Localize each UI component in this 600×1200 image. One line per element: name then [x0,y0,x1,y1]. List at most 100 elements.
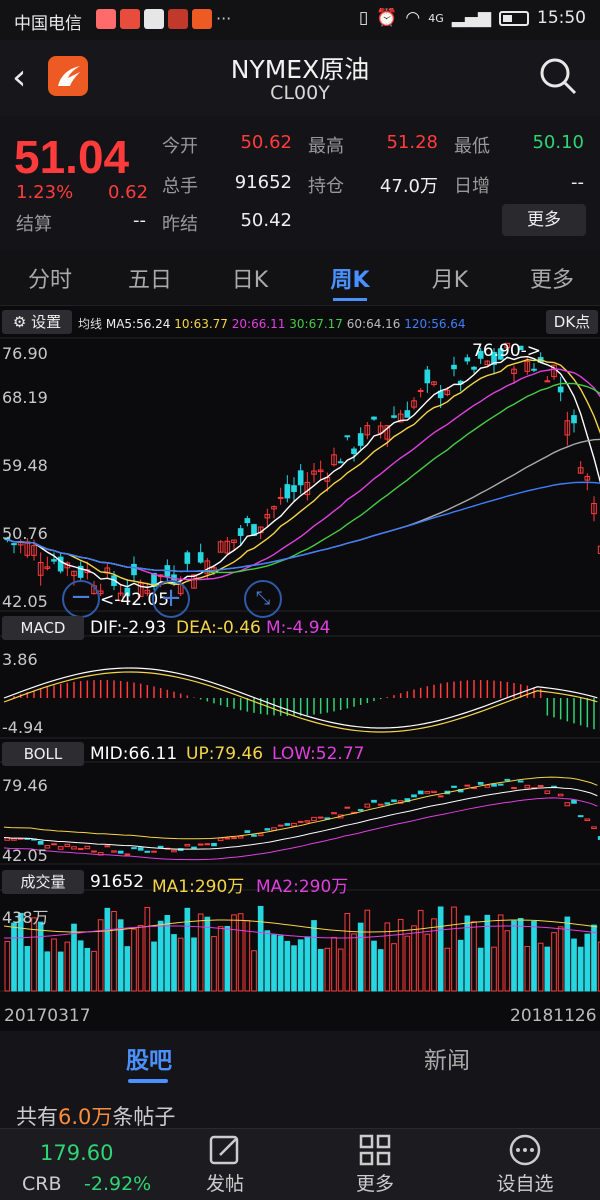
zoom-out-button[interactable]: − [62,580,100,618]
volume-bar [324,947,331,992]
volume-bar [104,907,111,992]
volume-bar [391,943,397,992]
kline-chart[interactable] [0,306,600,1031]
ma-line [7,368,600,581]
volume-bar [344,912,351,992]
post-count: 共有6.0万条帖子 [16,1105,176,1129]
chart-area[interactable]: ⚙ 设置 均线 MA5:56.24 10:63.77 20:66.11 30:6… [0,306,600,1031]
boll-candle [304,820,311,823]
boll-candle [464,784,471,787]
boll-candle [117,850,124,854]
volume-bar [551,932,557,992]
boll-axis-label: 79.46 [2,776,48,795]
boll-candle [251,834,257,837]
price-axis-label: 50.76 [2,524,48,543]
tab-intraday[interactable]: 分时 [10,262,90,294]
candle-body [344,435,351,438]
candle-body [391,415,397,418]
settings-button[interactable]: ⚙ 设置 [2,310,72,334]
dk-point-button[interactable]: DK点 [546,310,598,334]
carrier-label: 中国电信 [14,14,82,34]
settlement-label: 结算 [16,214,52,235]
crb-index-widget[interactable]: 179.60 CRB -2.92% [0,1129,151,1200]
volume-bar [284,940,291,992]
volume-bar [477,947,484,992]
boll-candle [191,846,197,849]
tab-weekly-k[interactable]: 周K [310,262,390,294]
boll-candle [591,826,597,830]
boll-candle [111,850,117,853]
fullscreen-icon[interactable]: ⤡ [244,580,282,618]
ma-line [7,481,600,573]
tab-news[interactable]: 新闻 [424,1041,470,1075]
volume-bar [24,945,31,992]
tab-forum[interactable]: 股吧 [126,1041,172,1075]
volume-indicator-button[interactable]: 成交量 [2,870,84,894]
boll-candle [391,799,397,803]
boll-mid: MID:66.11 [90,744,178,764]
volume-bar [157,920,164,992]
volume-ma1: MA1:290万 [152,877,245,897]
boll-candle [451,785,457,788]
boll-candle [171,849,177,853]
alarm-icon: ⏰ [376,8,398,28]
volume-bar [417,909,424,992]
tab-monthly-k[interactable]: 月K [410,262,490,294]
volume-bar [124,946,131,992]
volume-bar [271,934,277,992]
volume-bar [111,910,117,992]
tab-daily-k[interactable]: 日K [210,262,290,294]
start-date-label: 20170317 [4,1006,91,1026]
boll-candle [277,824,284,827]
boll-candle [317,816,324,819]
volume-value: 91652 [234,172,292,193]
change-amount: 0.62 [108,182,149,203]
volume-bar [77,940,84,992]
macd-dea: DEA:-0.46 [176,618,261,638]
bottom-toolbar: 179.60 CRB -2.92% 发帖 更多 设自选 [0,1128,600,1200]
quote-panel: 51.04 1.23% 0.62 今开 50.62 最高 51.28 最低 50… [0,116,600,250]
boll-candle [357,809,364,812]
more-quote-button[interactable]: 更多 [502,204,586,236]
candle-body [531,368,537,371]
change-percent: 1.23% [16,182,74,203]
boll-candle [584,818,591,822]
volume-bar [184,907,191,992]
price-axis-label: 42.05 [2,592,48,611]
open-interest-value: 47.0万 [379,176,438,197]
header: ‹ NYMEX原油 CL00Y [0,40,600,116]
post-button[interactable]: 发帖 [175,1133,275,1196]
add-watchlist-button[interactable]: 设自选 [475,1133,575,1196]
open-value: 50.62 [240,132,292,153]
volume-bar [31,917,37,992]
boll-candle [51,843,57,846]
prev-settlement-value: 50.42 [240,210,292,231]
boll-candle [211,842,217,847]
macd-m: M:-4.94 [266,618,331,638]
ma-line [7,358,600,587]
volume-bar [191,937,197,992]
search-icon[interactable] [538,56,578,96]
boll-candle [377,803,384,806]
tab-more[interactable]: 更多 [512,262,592,294]
volume-bar [51,938,57,992]
ma-legend-title: 均线 [78,317,103,331]
more-button[interactable]: 更多 [325,1133,425,1196]
boll-candle [57,846,64,850]
boll-candle [477,782,484,785]
tab-five-day[interactable]: 五日 [110,262,190,294]
ma-line [7,382,600,574]
boll-candle [291,822,297,827]
volume-bar [471,921,477,992]
volume-bar [204,916,211,992]
status-bar: 中国电信 ··· ▯ ⏰ ◠ 4G ▂▄▆ 15:50 [0,0,600,40]
volume-bar [364,909,371,992]
macd-indicator-button[interactable]: MACD [2,616,84,640]
zoom-in-button[interactable]: + [152,580,190,618]
boll-candle [424,791,431,794]
low-label: 最低 [454,136,490,157]
ma10-value: 10:63.77 [174,317,228,331]
volume-bar [264,930,271,992]
clock: 15:50 [537,8,586,28]
boll-indicator-button[interactable]: BOLL [2,742,84,766]
